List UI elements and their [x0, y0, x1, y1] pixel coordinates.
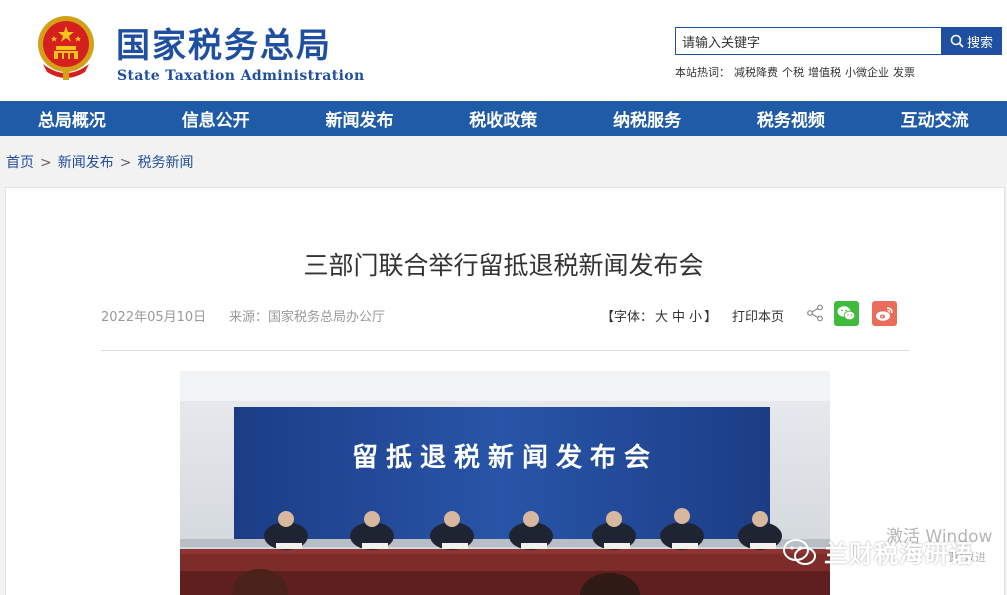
search-button[interactable]: 搜索 [941, 27, 1002, 55]
font-size-medium[interactable]: 中 [672, 310, 685, 325]
breadcrumb: 首页 > 新闻发布 > 税务新闻 [6, 152, 193, 172]
breadcrumb-home[interactable]: 首页 [6, 155, 34, 171]
nav-item-tax-policy[interactable]: 税收政策 [431, 101, 575, 136]
nav-item-news[interactable]: 新闻发布 [288, 101, 432, 136]
watermark-text: 兰财税海研语 [824, 540, 974, 568]
search-icon [950, 34, 964, 48]
nav-item-tax-service[interactable]: 纳税服务 [575, 101, 719, 136]
hotword-link[interactable]: 增值税 [808, 66, 841, 79]
site-header: 国家税务总局 State Taxation Administration 搜索 … [0, 0, 1007, 101]
wechat-watermark-icon [783, 538, 816, 565]
nav-item-interaction[interactable]: 互动交流 [863, 101, 1007, 136]
font-size-close: 】 [704, 310, 718, 325]
site-title[interactable]: 国家税务总局 [116, 26, 332, 66]
nav-item-overview[interactable]: 总局概况 [0, 101, 144, 136]
breadcrumb-separator: > [119, 155, 132, 171]
breadcrumb-separator: > [40, 155, 52, 171]
weibo-share-button[interactable] [872, 301, 897, 326]
nav-item-tax-video[interactable]: 税务视频 [719, 101, 863, 136]
site-title-english[interactable]: State Taxation Administration [117, 68, 365, 84]
article-date: 2022年05月10日 [101, 310, 207, 325]
font-size-small[interactable]: 小 [689, 310, 702, 325]
font-size-control: 【字体：大中小】 [601, 306, 717, 325]
hotwords-label: 本站热词： [675, 66, 730, 79]
share-icon[interactable] [806, 304, 824, 322]
weibo-icon [876, 307, 893, 321]
main-nav: 总局概况 信息公开 新闻发布 税收政策 纳税服务 税务视频 互动交流 [0, 101, 1007, 136]
search-input[interactable] [675, 27, 941, 55]
hotword-link[interactable]: 小微企业 [845, 66, 889, 79]
article-title: 三部门联合举行留抵退税新闻发布会 [303, 251, 704, 280]
search-button-label: 搜索 [966, 35, 993, 51]
photo-banner-text: 留抵退税新闻发布会 [351, 443, 658, 473]
wechat-account-watermark: 兰财税海研语 [782, 534, 974, 569]
font-size-label: 【字体： [601, 310, 654, 325]
press-conference-photo [180, 371, 830, 595]
hotword-link[interactable]: 个税 [782, 66, 804, 79]
print-page-link[interactable]: 打印本页 [732, 306, 784, 325]
wechat-icon [837, 306, 856, 321]
hotwords-bar: 本站热词： 减税降费 个税 增值税 小微企业 发票 [675, 64, 919, 80]
nav-item-info-disclosure[interactable]: 信息公开 [144, 101, 288, 136]
meta-divider [101, 350, 909, 351]
breadcrumb-news-release[interactable]: 新闻发布 [58, 155, 114, 171]
wechat-share-button[interactable] [834, 301, 859, 326]
hotword-link[interactable]: 发票 [893, 66, 915, 79]
breadcrumb-tax-news[interactable]: 税务新闻 [137, 155, 193, 171]
article-source: 来源：国家税务总局办公厅 [229, 310, 386, 325]
hotword-link[interactable]: 减税降费 [734, 66, 778, 79]
national-emblem-logo[interactable] [35, 14, 97, 82]
font-size-large[interactable]: 大 [655, 310, 668, 325]
